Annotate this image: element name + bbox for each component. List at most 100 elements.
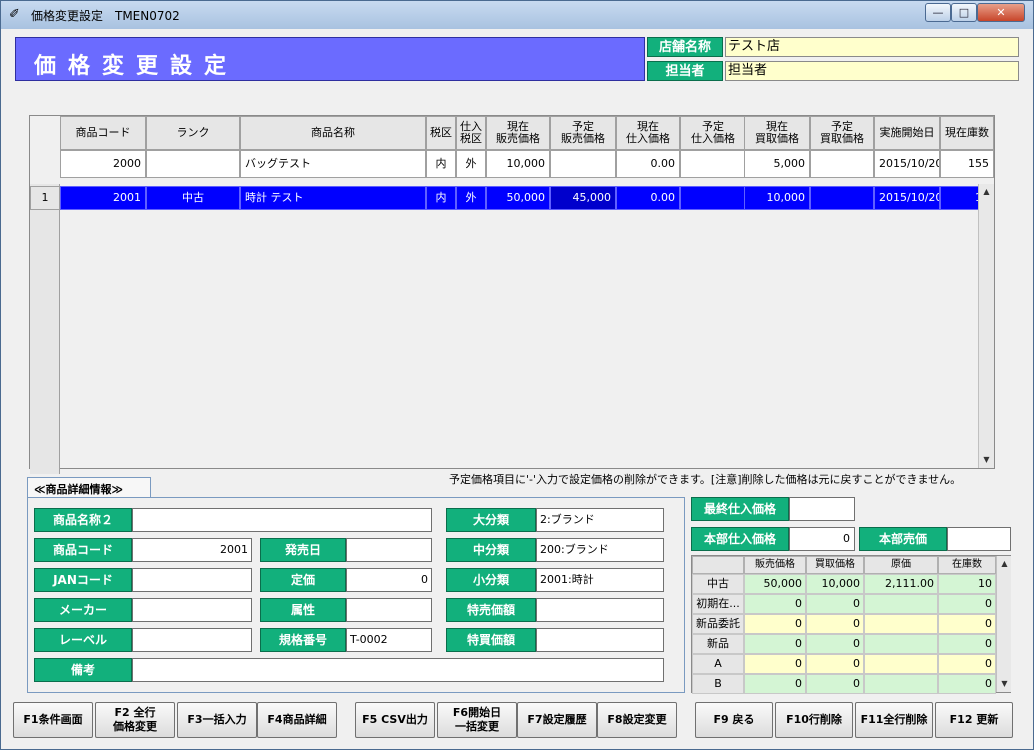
grid-header-7[interactable]: 予定 販売価格 — [550, 116, 616, 150]
scroll-up-icon[interactable]: ▲ — [997, 556, 1012, 572]
grid-header-6[interactable]: 現在 販売価格 — [486, 116, 550, 150]
stock-cell[interactable] — [864, 614, 938, 634]
table-cell[interactable]: 内 — [426, 186, 456, 210]
f3-bulk-input-button[interactable]: F3一括入力 — [177, 702, 257, 738]
table-cell[interactable]: 2001 — [60, 186, 146, 210]
table-cell[interactable]: 10,000 — [744, 186, 810, 210]
f12-update-button[interactable]: F12 更新 — [935, 702, 1013, 738]
stock-cell[interactable]: 0 — [938, 594, 996, 614]
filter-cell-8[interactable]: 0.00 — [616, 150, 680, 178]
close-button[interactable]: ✕ — [977, 3, 1025, 22]
table-cell[interactable]: 2015/10/20 — [874, 186, 940, 210]
stock-cell[interactable]: 新品 — [692, 634, 744, 654]
maker-field[interactable] — [132, 598, 252, 622]
f7-history-button[interactable]: F7設定履歴 — [517, 702, 597, 738]
grid-header-13[interactable]: 現在庫数 — [940, 116, 994, 150]
stock-cell[interactable]: 0 — [744, 614, 806, 634]
stock-grid-scrollbar[interactable]: ▲ ▼ — [996, 556, 1011, 692]
scroll-up-icon[interactable]: ▲ — [979, 184, 994, 200]
row-number[interactable]: 1 — [30, 186, 60, 210]
grid-header-4[interactable]: 税区 — [426, 116, 456, 150]
stock-cell[interactable]: 50,000 — [744, 574, 806, 594]
list-price-field[interactable]: 0 — [346, 568, 432, 592]
memo-field[interactable] — [132, 658, 664, 682]
grid-header-11[interactable]: 予定 買取価格 — [810, 116, 874, 150]
grid-header-10[interactable]: 現在 買取価格 — [744, 116, 810, 150]
filter-cell-2[interactable] — [146, 150, 240, 178]
table-cell[interactable]: 時計 テスト — [240, 186, 426, 210]
table-cell[interactable]: 0.00 — [616, 186, 680, 210]
stock-cell[interactable]: 0 — [744, 654, 806, 674]
stock-cell[interactable]: 10,000 — [806, 574, 864, 594]
filter-cell-13[interactable]: 155 — [940, 150, 994, 178]
f4-item-detail-button[interactable]: F4商品詳細 — [257, 702, 337, 738]
special-buy-field[interactable] — [536, 628, 664, 652]
category-small-field[interactable]: 2001:時計 — [536, 568, 664, 592]
filter-cell-4[interactable]: 内 — [426, 150, 456, 178]
stock-cell[interactable]: 中古 — [692, 574, 744, 594]
stock-cell[interactable]: 0 — [806, 614, 864, 634]
category-medium-field[interactable]: 200:ブランド — [536, 538, 664, 562]
detail-tab[interactable]: ≪商品詳細情報≫ — [27, 477, 151, 497]
filter-cell-9[interactable] — [680, 150, 746, 178]
scroll-down-icon[interactable]: ▼ — [979, 452, 994, 468]
special-sale-field[interactable] — [536, 598, 664, 622]
attribute-field[interactable] — [346, 598, 432, 622]
stock-cell[interactable]: 0 — [744, 674, 806, 694]
grid-header-1[interactable]: 商品コード — [60, 116, 146, 150]
filter-cell-5[interactable]: 外 — [456, 150, 486, 178]
stock-cell[interactable]: 0 — [744, 594, 806, 614]
stock-cell[interactable]: 2,111.00 — [864, 574, 938, 594]
stock-cell[interactable] — [864, 634, 938, 654]
stock-cell[interactable]: 0 — [806, 634, 864, 654]
code-field[interactable]: 2001 — [132, 538, 252, 562]
f8-setting-change-button[interactable]: F8設定変更 — [597, 702, 677, 738]
stock-cell[interactable]: 0 — [806, 674, 864, 694]
grid-header-5[interactable]: 仕入 税区 — [456, 116, 486, 150]
label-field[interactable] — [132, 628, 252, 652]
stock-cell[interactable] — [864, 674, 938, 694]
grid-header-3[interactable]: 商品名称 — [240, 116, 426, 150]
scroll-down-icon[interactable]: ▼ — [997, 676, 1012, 692]
filter-cell-6[interactable]: 10,000 — [486, 150, 550, 178]
filter-cell-7[interactable] — [550, 150, 616, 178]
f9-back-button[interactable]: F9 戻る — [695, 702, 773, 738]
stock-cell[interactable]: 0 — [938, 654, 996, 674]
stock-cell[interactable]: A — [692, 654, 744, 674]
table-cell[interactable]: 50,000 — [486, 186, 550, 210]
stock-cell[interactable]: 0 — [938, 614, 996, 634]
stock-cell[interactable] — [864, 654, 938, 674]
stock-cell[interactable] — [864, 594, 938, 614]
table-cell[interactable]: 45,000 — [550, 186, 616, 210]
jan-field[interactable] — [132, 568, 252, 592]
f5-csv-export-button[interactable]: F5 CSV出力 — [355, 702, 435, 738]
name2-field[interactable] — [132, 508, 432, 532]
table-cell[interactable]: 外 — [456, 186, 486, 210]
grid-header-12[interactable]: 実施開始日 — [874, 116, 940, 150]
stock-cell[interactable]: 0 — [806, 654, 864, 674]
stock-cell[interactable]: B — [692, 674, 744, 694]
filter-cell-3[interactable]: バッグテスト — [240, 150, 426, 178]
f11-delete-all-button[interactable]: F11全行削除 — [855, 702, 933, 738]
f1-condition-button[interactable]: F1条件画面 — [13, 702, 93, 738]
table-cell[interactable]: 中古 — [146, 186, 240, 210]
table-cell[interactable] — [680, 186, 746, 210]
stock-cell[interactable]: 0 — [938, 674, 996, 694]
f6-bulk-start-date-button[interactable]: F6開始日 一括変更 — [437, 702, 517, 738]
stock-cell[interactable]: 0 — [806, 594, 864, 614]
stock-cell[interactable]: 新品委託 — [692, 614, 744, 634]
grid-header-2[interactable]: ランク — [146, 116, 240, 150]
stock-cell[interactable]: 初期在... — [692, 594, 744, 614]
spec-field[interactable]: T-0002 — [346, 628, 432, 652]
filter-cell-10[interactable]: 5,000 — [744, 150, 810, 178]
category-large-field[interactable]: 2:ブランド — [536, 508, 664, 532]
f10-delete-row-button[interactable]: F10行削除 — [775, 702, 853, 738]
stock-cell[interactable]: 0 — [744, 634, 806, 654]
grid-header-9[interactable]: 予定 仕入価格 — [680, 116, 746, 150]
filter-cell-11[interactable] — [810, 150, 874, 178]
table-cell[interactable] — [810, 186, 874, 210]
filter-cell-12[interactable]: 2015/10/20 — [874, 150, 940, 178]
filter-cell-1[interactable]: 2000 — [60, 150, 146, 178]
grid-scrollbar[interactable]: ▲ ▼ — [978, 184, 994, 468]
stock-cell[interactable]: 0 — [938, 634, 996, 654]
